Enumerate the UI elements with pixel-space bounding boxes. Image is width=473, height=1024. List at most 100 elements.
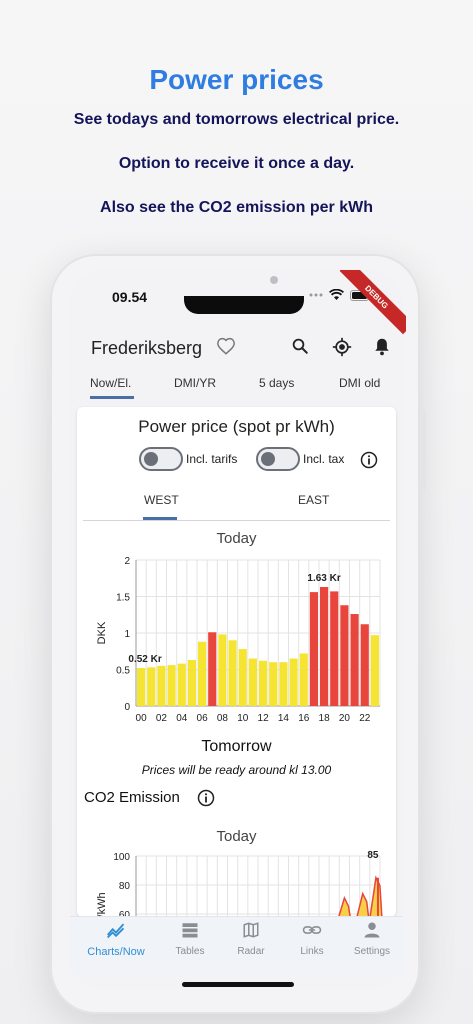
power-price-card: Power price (spot pr kWh) Incl. tarifs I… xyxy=(77,407,396,918)
phone-power-button xyxy=(422,410,426,490)
price-bar xyxy=(289,658,298,706)
y-tick-label: 0.5 xyxy=(116,666,130,677)
tarifs-toggle-knob xyxy=(144,452,158,466)
price-bar xyxy=(360,624,369,706)
y-tick-label: 2 xyxy=(124,556,130,567)
x-tick-label: 20 xyxy=(339,713,351,724)
tarifs-toggle-label: Incl. tarifs xyxy=(186,452,238,466)
nav-tables[interactable]: Tables xyxy=(160,921,220,957)
region-tab-divider xyxy=(83,520,390,521)
tab-dmi-old[interactable]: DMI old xyxy=(339,376,380,390)
chart-line-icon xyxy=(106,923,125,939)
tomorrow-note: Prices will be ready around kl 13.00 xyxy=(141,763,332,777)
front-sensor xyxy=(270,276,278,284)
tab-5-days[interactable]: 5 days xyxy=(259,376,294,390)
search-icon[interactable] xyxy=(291,337,309,355)
price-bar xyxy=(137,668,146,706)
nav-tables-label: Tables xyxy=(175,946,205,957)
card-title: Power price (spot pr kWh) xyxy=(138,417,335,436)
data-label: 85 xyxy=(367,850,379,861)
phone-volume-up-button xyxy=(47,420,51,470)
tab-indicator xyxy=(90,396,134,399)
x-tick-label: 04 xyxy=(176,713,188,724)
tax-toggle[interactable] xyxy=(256,447,300,471)
y-tick-label: 1 xyxy=(124,629,130,640)
price-bar xyxy=(218,634,227,706)
status-time: 09.54 xyxy=(112,289,148,305)
price-bar xyxy=(330,591,339,706)
price-chart-title: Today xyxy=(216,530,257,547)
location-target-icon[interactable] xyxy=(332,337,352,357)
tab-dmi-yr[interactable]: DMI/YR xyxy=(174,376,216,390)
co2-title: CO2 Emission xyxy=(84,789,180,806)
promo-line-1: See todays and tomorrows electrical pric… xyxy=(73,111,400,128)
price-bar xyxy=(269,662,278,706)
promo-line-2: Option to receive it once a day. xyxy=(118,155,355,172)
notification-bell-icon[interactable] xyxy=(373,337,391,357)
y-tick-label: 0 xyxy=(124,702,130,713)
map-icon xyxy=(243,922,259,938)
nav-radar-label: Radar xyxy=(237,946,265,957)
nav-links[interactable]: Links xyxy=(282,921,342,957)
bottom-nav: Charts/Now Tables Radar Links Settings xyxy=(70,916,403,974)
price-bar xyxy=(238,649,247,706)
nav-settings-label: Settings xyxy=(353,946,391,957)
nav-charts-now[interactable]: Charts/Now xyxy=(86,921,146,958)
top-tabs: Now/El. DMI/YR 5 days DMI old xyxy=(70,372,403,400)
city-title: Frederiksberg xyxy=(91,338,203,358)
y-tick-label: 100 xyxy=(113,852,130,863)
table-icon xyxy=(182,923,198,938)
x-tick-label: 08 xyxy=(217,713,229,724)
price-chart: 0 0.5 1 1.5 2 DKK 00 02 04 06 08 10 12 14 16 18 20 22 0.52… xyxy=(96,556,381,724)
data-label: 0.52 Kr xyxy=(128,654,161,665)
tab-now-el[interactable]: Now/El. xyxy=(90,376,131,390)
nav-charts-now-label: Charts/Now xyxy=(87,946,145,958)
region-tab-east[interactable]: EAST xyxy=(298,493,329,507)
price-bar xyxy=(228,640,237,706)
price-bar xyxy=(208,632,217,706)
home-indicator xyxy=(182,982,294,987)
price-bar xyxy=(157,665,166,706)
person-icon xyxy=(364,922,380,938)
price-bar xyxy=(279,662,288,706)
price-bar xyxy=(320,587,329,706)
nav-radar[interactable]: Radar xyxy=(221,921,281,957)
signal-dots-icon xyxy=(309,293,323,297)
tax-toggle-knob xyxy=(261,452,275,466)
co2-info-icon[interactable] xyxy=(197,789,215,807)
promo-line-3: Also see the CO2 emission per kWh xyxy=(100,199,373,216)
favorite-heart-icon[interactable] xyxy=(216,337,236,355)
tomorrow-heading: Tomorrow xyxy=(201,738,272,755)
tarifs-toggle[interactable] xyxy=(139,447,183,471)
price-bar xyxy=(248,658,257,706)
price-bar xyxy=(370,635,379,706)
price-bar xyxy=(198,641,207,706)
x-tick-label: 02 xyxy=(156,713,168,724)
tax-toggle-label: Incl. tax xyxy=(303,452,345,466)
region-tab-west[interactable]: WEST xyxy=(144,493,179,507)
price-bar xyxy=(177,663,186,706)
phone-mute-button xyxy=(47,370,51,400)
price-bar xyxy=(350,614,359,706)
price-bar xyxy=(167,665,176,706)
nav-settings[interactable]: Settings xyxy=(342,921,402,957)
x-tick-label: 18 xyxy=(319,713,331,724)
x-tick-label: 00 xyxy=(136,713,148,724)
nav-links-label: Links xyxy=(300,946,324,957)
x-tick-label: 22 xyxy=(359,713,371,724)
notch xyxy=(184,296,304,314)
info-icon[interactable] xyxy=(360,451,378,469)
link-icon xyxy=(302,926,322,934)
price-bar xyxy=(309,592,318,706)
x-tick-label: 12 xyxy=(258,713,270,724)
x-tick-label: 10 xyxy=(237,713,249,724)
co2-area xyxy=(337,896,352,918)
price-bar xyxy=(340,605,349,706)
promo-title: Power prices xyxy=(149,64,324,95)
price-bar xyxy=(299,653,308,706)
x-tick-label: 14 xyxy=(278,713,290,724)
co2-area xyxy=(355,891,370,918)
y-axis-label: g/kWh xyxy=(96,892,108,918)
data-label: 1.63 Kr xyxy=(307,573,340,584)
y-tick-label: 1.5 xyxy=(116,593,130,604)
